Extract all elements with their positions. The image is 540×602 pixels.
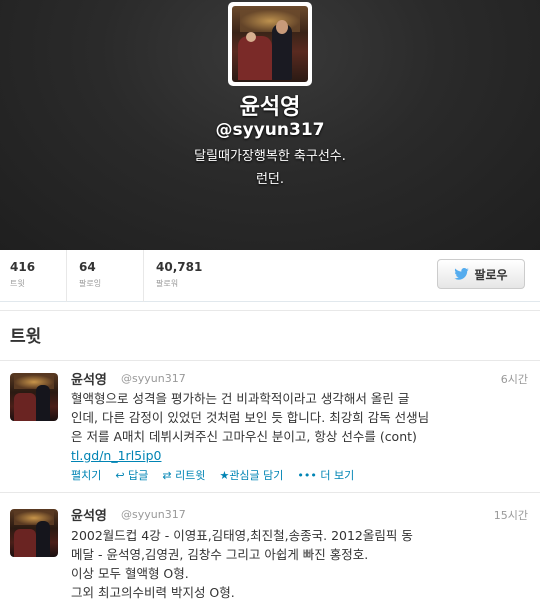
tweet-timestamp[interactable]: 15시간 [494,507,528,523]
tweet-text-line: 이상 모두 혈액형 O형. [71,566,189,581]
retweet-label: 리트윗 [175,469,206,482]
reply-label: 답글 [128,469,149,482]
retweet-icon: ⇄ [162,469,176,482]
tweets-section-title: 트윗 [10,327,42,347]
stat-tweets[interactable]: 416 트윗 [10,260,35,289]
profile-handle: @syyun317 [215,120,325,140]
tweet-author-handle: @syyun317 [121,372,186,385]
favorite-action[interactable]: ★관심글 담기 [219,467,283,483]
stat-divider [66,250,67,302]
stat-divider [143,250,144,302]
more-action[interactable]: ••• 더 보기 [297,467,354,483]
stat-following[interactable]: 64 팔로잉 [79,260,101,289]
tweet-text: 혈액형으로 성격을 평가하는 건 비과학적이라고 생각해서 올린 글 인데, 다… [71,389,531,465]
stat-followers-label: 팔로워 [156,279,179,288]
profile-header: 윤석영 @syyun317 달릴때가장행복한 축구선수. 런던. [0,0,540,250]
tweet-author-name[interactable]: 윤석영 [71,369,107,388]
profile-avatar[interactable] [228,2,312,86]
tweet-avatar[interactable] [10,509,58,557]
more-label: 더 보기 [320,469,355,482]
tweet-author-name[interactable]: 윤석영 [71,505,107,524]
tweet-avatar[interactable] [10,373,58,421]
stat-tweets-count: 416 [10,260,36,274]
tweet[interactable]: 윤석영 @syyun317 15시간 2002월드컵 4강 - 이영표,김태영,… [0,493,540,602]
profile-bio: 달릴때가장행복한 축구선수. [194,149,346,164]
stat-followers-count: 40,781 [156,260,203,274]
follow-button[interactable]: 팔로우 [437,259,525,289]
more-icon: ••• [297,469,321,482]
reply-icon: ↩ [115,469,129,482]
tweet-timestamp[interactable]: 6시간 [501,371,528,387]
tweet-text: 2002월드컵 4강 - 이영표,김태영,최진철,송종국. 2012올림픽 동 … [71,526,531,602]
tweet-text-line: 2002월드컵 4강 - 이영표,김태영,최진철,송종국. 2012올림픽 동 [71,528,413,543]
avatar-image [232,6,308,82]
profile-name: 윤석영 [239,95,301,120]
follow-button-label: 팔로우 [474,267,508,282]
stat-following-count: 64 [79,260,96,274]
reply-action[interactable]: ↩ 답글 [115,467,148,483]
twitter-bird-icon [454,268,470,280]
stat-tweets-label: 트윗 [10,279,25,288]
expand-action[interactable]: 펼치기 [71,467,101,483]
tweet[interactable]: 윤석영 @syyun317 6시간 혈액형으로 성격을 평가하는 건 비과학적이… [0,361,540,491]
stat-following-label: 팔로잉 [79,279,102,288]
profile-location: 런던. [255,172,285,187]
tweet-link[interactable]: tl.gd/n_1rl5ip0 [71,448,161,463]
tweet-author-handle: @syyun317 [121,508,186,521]
tweet-text-line: 은 저를 A매치 데뷔시켜주신 고마우신 분이고, 항상 선수를 (cont) [71,429,417,444]
stat-followers[interactable]: 40,781 팔로워 [156,260,202,289]
tweet-actions: 펼치기 ↩ 답글 ⇄ 리트윗 ★관심글 담기 ••• 더 보기 [71,467,354,483]
favorite-label: 관심글 담기 [229,469,284,482]
tweet-text-line: 인데, 다른 감정이 있었던 것처럼 보인 듯 합니다. 최강희 감독 선생님 [71,410,430,425]
section-divider [0,310,540,311]
tweet-text-line: 혈액형으로 성격을 평가하는 건 비과학적이라고 생각해서 올린 글 [71,391,410,406]
tweet-text-line: 그외 최고의수비력 박지성 O형. [71,585,235,600]
retweet-action[interactable]: ⇄ 리트윗 [162,467,205,483]
tweet-text-line: 메달 - 윤석영,김영권, 김창수 그리고 아쉽게 빠진 홍정호. [71,547,369,562]
star-icon: ★ [219,469,230,482]
